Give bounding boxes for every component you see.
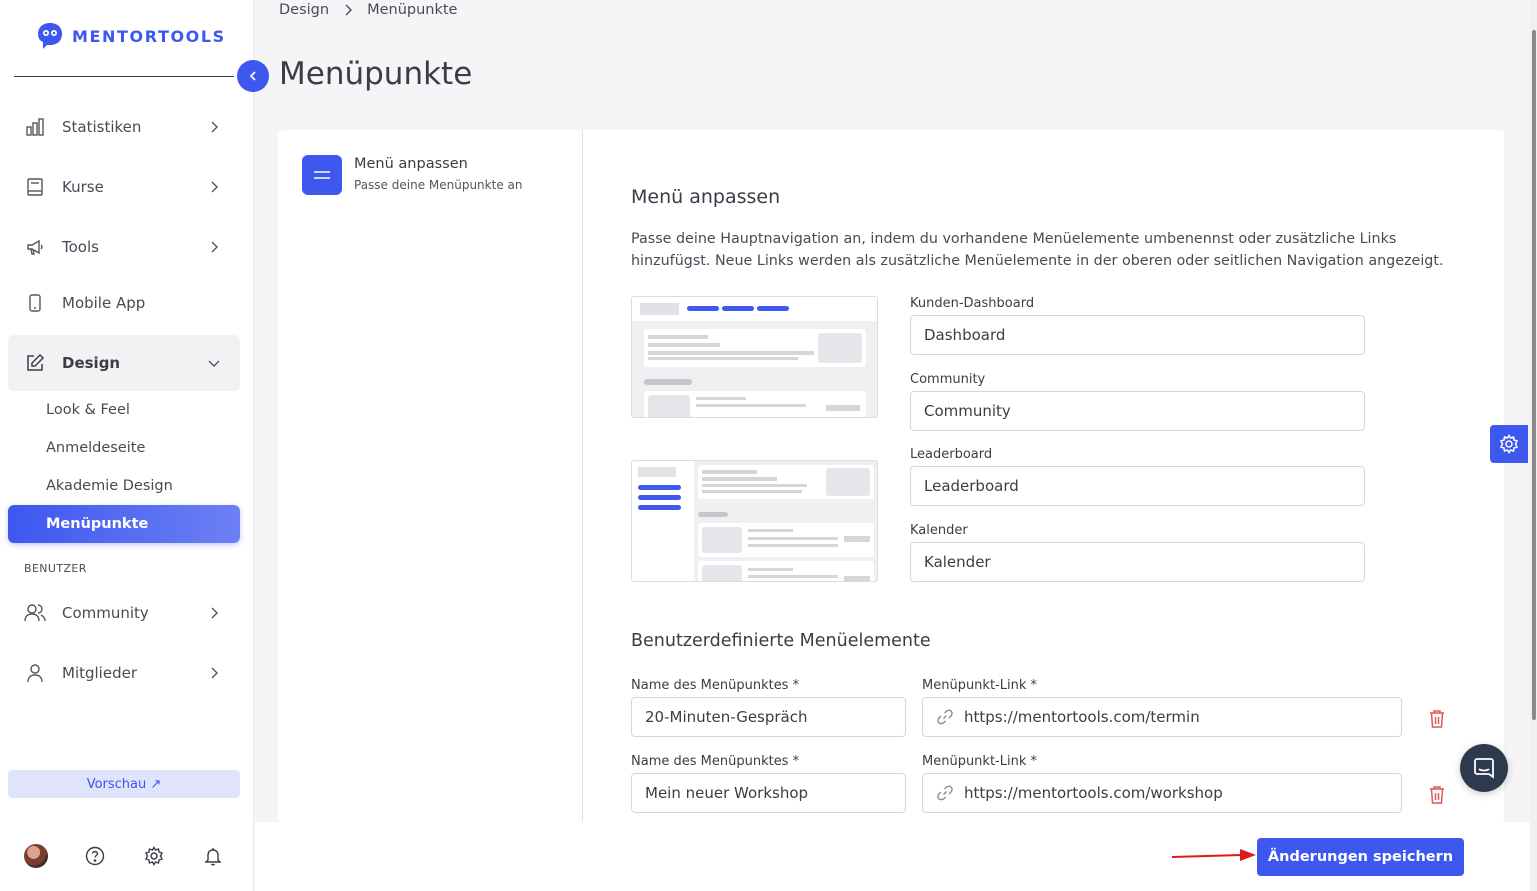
sidebar-subitem-anmeldeseite[interactable]: Anmeldeseite xyxy=(8,429,240,467)
section-description: Passe deine Hauptnavigation an, indem du… xyxy=(631,231,1444,269)
menu-icon[interactable] xyxy=(302,155,342,195)
megaphone-icon xyxy=(24,236,46,258)
chevron-right-icon xyxy=(206,665,222,681)
breadcrumb-current: Menüpunkte xyxy=(367,2,458,18)
sidebar-item-label: Statistiken xyxy=(62,118,142,136)
logo-text: MENTORTOOLS xyxy=(72,26,226,46)
sidebar-item-label: Tools xyxy=(62,238,99,256)
field-label: Menüpunkt-Link * xyxy=(922,754,1037,769)
chevron-right-icon xyxy=(345,4,353,16)
kalender-field[interactable]: Kalender xyxy=(910,542,1365,582)
chevron-right-icon xyxy=(206,119,222,135)
menu-item-link-field[interactable]: https://mentortools.com/workshop xyxy=(922,773,1402,813)
settings-card: Menü anpassen Passe deine Menüpunkte an … xyxy=(278,130,1504,822)
sidebar-item-label: Mitglieder xyxy=(62,664,137,682)
sidebar-item-label: Mobile App xyxy=(62,294,146,312)
sidebar-item-kurse[interactable]: Kurse xyxy=(8,159,240,215)
sidebar-item-statistiken[interactable]: Statistiken xyxy=(8,99,240,155)
scrollbar-thumb[interactable] xyxy=(1532,30,1536,720)
menu-item-name-field[interactable]: Mein neuer Workshop xyxy=(631,773,906,813)
step-subtitle: Passe deine Menüpunkte an xyxy=(354,178,523,192)
divider xyxy=(14,76,234,77)
sidebar-subitem-akademie-design[interactable]: Akademie Design xyxy=(8,467,240,505)
step-title[interactable]: Menü anpassen xyxy=(354,156,468,172)
save-button[interactable]: Änderungen speichern xyxy=(1257,838,1464,876)
field-label: Leaderboard xyxy=(910,447,993,462)
settings-float-button[interactable] xyxy=(1490,425,1528,463)
red-arrow-annotation xyxy=(1172,849,1256,861)
avatar[interactable] xyxy=(24,844,48,868)
chat-icon xyxy=(1474,758,1494,779)
menu-item-link-field[interactable]: https://mentortools.com/termin xyxy=(922,697,1402,737)
sidebar-subitem-menuepunkte[interactable]: Menüpunkte xyxy=(8,505,240,543)
sidebar-item-label: Design xyxy=(62,354,121,372)
preview-button[interactable]: Vorschau ↗ xyxy=(8,770,240,798)
gear-icon xyxy=(1499,434,1519,454)
sidebar-item-design[interactable]: Design xyxy=(8,335,240,391)
link-icon xyxy=(936,708,954,726)
logo[interactable]: MENTORTOOLS xyxy=(34,20,226,52)
bar-chart-icon xyxy=(24,116,46,138)
sidebar-item-mitglieder[interactable]: Mitglieder xyxy=(8,645,240,701)
section-title-menu: Menü anpassen xyxy=(631,186,781,208)
field-label: Kalender xyxy=(910,523,968,538)
section-title-custom: Benutzerdefinierte Menüelemente xyxy=(631,631,931,651)
field-label: Name des Menüpunktes * xyxy=(631,754,800,769)
smartphone-icon xyxy=(24,292,46,314)
link-icon xyxy=(936,784,954,802)
topnav-preview-image xyxy=(631,296,878,418)
gear-icon[interactable] xyxy=(142,844,166,868)
sidebar-item-community[interactable]: Community xyxy=(8,585,240,641)
leaderboard-field[interactable]: Leaderboard xyxy=(910,466,1365,506)
breadcrumb-parent[interactable]: Design xyxy=(279,2,329,18)
dashboard-field[interactable]: Dashboard xyxy=(910,315,1365,355)
trash-icon[interactable] xyxy=(1426,708,1448,730)
field-label: Name des Menüpunktes * xyxy=(631,678,800,693)
users-icon xyxy=(24,602,46,624)
sidebar-item-label: Community xyxy=(62,604,149,622)
book-icon xyxy=(24,176,46,198)
community-field[interactable]: Community xyxy=(910,391,1365,431)
help-icon[interactable] xyxy=(83,844,107,868)
chevron-down-icon xyxy=(206,355,222,371)
sidenav-preview-image xyxy=(631,460,878,582)
sidebar-bottom-bar xyxy=(0,836,254,876)
breadcrumb: Design Menüpunkte xyxy=(279,2,457,18)
chevron-left-icon xyxy=(249,71,256,81)
sidebar-item-mobile-app[interactable]: Mobile App xyxy=(8,275,240,331)
collapse-sidebar-button[interactable] xyxy=(237,60,269,92)
menu-item-name-field[interactable]: 20-Minuten-Gespräch xyxy=(631,697,906,737)
field-label: Kunden-Dashboard xyxy=(910,296,1035,311)
menu-item-link-value: https://mentortools.com/termin xyxy=(964,708,1200,726)
sidebar-item-label: Kurse xyxy=(62,178,104,196)
steps-panel: Menü anpassen Passe deine Menüpunkte an xyxy=(278,130,583,822)
menu-item-link-value: https://mentortools.com/workshop xyxy=(964,784,1223,802)
user-icon xyxy=(24,662,46,684)
chevron-right-icon xyxy=(206,605,222,621)
bell-icon[interactable] xyxy=(201,844,225,868)
field-label: Community xyxy=(910,372,986,387)
logo-icon xyxy=(38,23,62,49)
chat-launcher-button[interactable] xyxy=(1460,744,1508,792)
sidebar-item-tools[interactable]: Tools xyxy=(8,219,240,275)
edit-icon xyxy=(24,352,46,374)
chevron-right-icon xyxy=(206,179,222,195)
trash-icon[interactable] xyxy=(1426,784,1448,806)
sidebar-subitem-look-feel[interactable]: Look & Feel xyxy=(8,391,240,429)
chevron-right-icon xyxy=(206,239,222,255)
page-title: Menüpunkte xyxy=(279,56,473,92)
sidebar: MENTORTOOLS Statistiken Kurse Tools Mobi… xyxy=(0,0,254,891)
section-label-benutzer: BENUTZER xyxy=(24,562,87,575)
field-label: Menüpunkt-Link * xyxy=(922,678,1037,693)
